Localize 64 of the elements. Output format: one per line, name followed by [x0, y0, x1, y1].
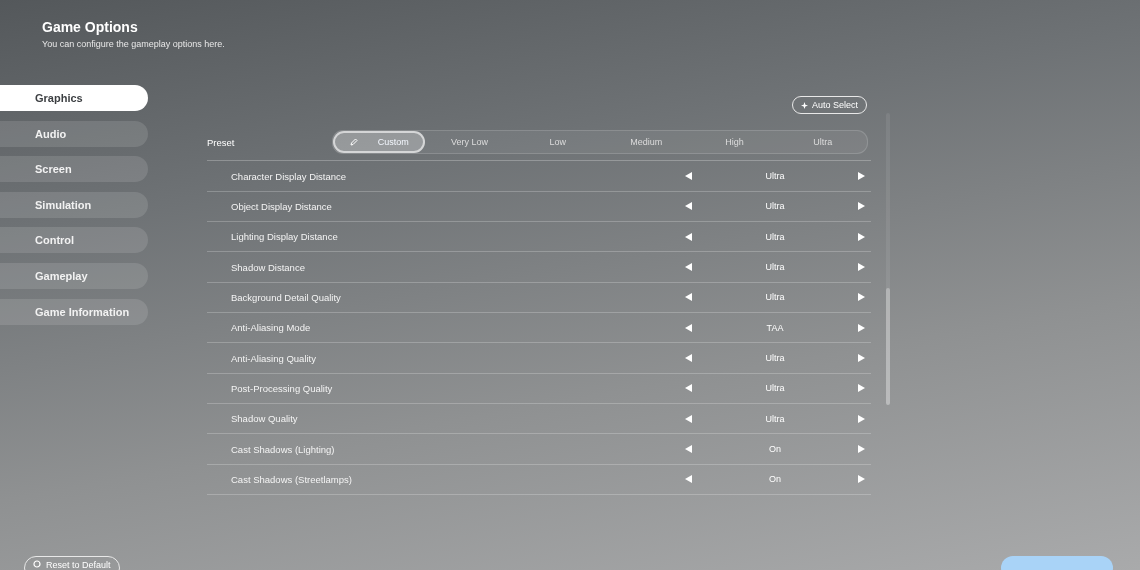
setting-value: TAA	[765, 322, 785, 333]
setting-value: Ultra	[764, 201, 786, 212]
setting-value: Ultra	[764, 413, 786, 424]
page-subtitle: You can configure the gameplay options here.	[42, 39, 226, 49]
preset-option[interactable]: Ultra	[778, 131, 867, 154]
preset-option[interactable]: Medium	[602, 131, 691, 154]
right-arrow-icon[interactable]	[858, 475, 865, 484]
setting-label: Object Display Distance	[230, 200, 333, 212]
reset-icon	[33, 560, 41, 568]
right-arrow-icon[interactable]	[858, 263, 865, 272]
left-arrow-icon[interactable]	[685, 263, 692, 272]
scrollbar-thumb[interactable]	[886, 288, 890, 405]
setting-label: Post-Processing Quality	[230, 382, 334, 394]
right-arrow-icon[interactable]	[858, 172, 865, 181]
left-arrow-icon[interactable]	[685, 445, 692, 454]
setting-value: Ultra	[764, 353, 786, 364]
setting-value: Ultra	[764, 262, 786, 273]
sidebar-tab[interactable]: Control	[0, 227, 148, 254]
pencil-icon	[349, 138, 358, 147]
setting-label: Anti-Aliasing Mode	[230, 322, 312, 334]
setting-value: Ultra	[764, 171, 786, 182]
preset-option[interactable]: Low	[513, 131, 602, 154]
left-arrow-icon[interactable]	[685, 475, 692, 484]
setting-label: Shadow Quality	[230, 413, 299, 425]
right-arrow-icon[interactable]	[858, 354, 865, 363]
right-arrow-icon[interactable]	[858, 323, 865, 332]
sidebar-tab[interactable]: Graphics	[0, 85, 148, 111]
left-arrow-icon[interactable]	[685, 172, 692, 181]
setting-label: Cast Shadows (Lighting)	[230, 443, 336, 455]
sidebar-tab[interactable]: Screen	[0, 156, 148, 183]
right-arrow-icon[interactable]	[858, 232, 865, 241]
left-arrow-icon[interactable]	[685, 232, 692, 241]
preset-option[interactable]: High	[690, 131, 779, 154]
left-arrow-icon[interactable]	[685, 414, 692, 423]
preset-option[interactable]: Very Low	[425, 131, 514, 154]
setting-label: Anti-Aliasing Quality	[230, 352, 317, 364]
setting-value: Ultra	[764, 231, 786, 242]
sidebar-tab[interactable]: Gameplay	[0, 262, 148, 289]
setting-label: Lighting Display Distance	[230, 231, 339, 243]
left-arrow-icon[interactable]	[685, 384, 692, 393]
setting-label: Cast Shadows (Streetlamps)	[230, 473, 353, 485]
left-arrow-icon[interactable]	[685, 293, 692, 302]
left-arrow-icon[interactable]	[685, 354, 692, 363]
setting-label: Shadow Distance	[230, 261, 306, 273]
preset-option[interactable]: Custom	[333, 131, 426, 154]
right-arrow-icon[interactable]	[858, 414, 865, 423]
preset-label: Preset	[207, 136, 236, 148]
sidebar-tab[interactable]: Simulation	[0, 191, 148, 218]
page-title: Game Options	[42, 19, 139, 35]
sparkle-icon	[800, 101, 808, 109]
sidebar-tab[interactable]: Game Information	[0, 298, 148, 325]
right-arrow-icon[interactable]	[858, 202, 865, 211]
setting-value: Ultra	[764, 383, 786, 394]
left-arrow-icon[interactable]	[685, 323, 692, 332]
setting-value: On	[768, 474, 782, 485]
right-arrow-icon[interactable]	[858, 293, 865, 302]
setting-value: On	[768, 444, 782, 455]
left-arrow-icon[interactable]	[685, 202, 692, 211]
setting-label: Character Display Distance	[230, 170, 348, 182]
setting-label: Background Detail Quality	[230, 291, 342, 303]
right-arrow-icon[interactable]	[858, 445, 865, 454]
sidebar-tab[interactable]: Audio	[0, 120, 148, 147]
setting-value: Ultra	[764, 292, 786, 303]
right-arrow-icon[interactable]	[858, 384, 865, 393]
